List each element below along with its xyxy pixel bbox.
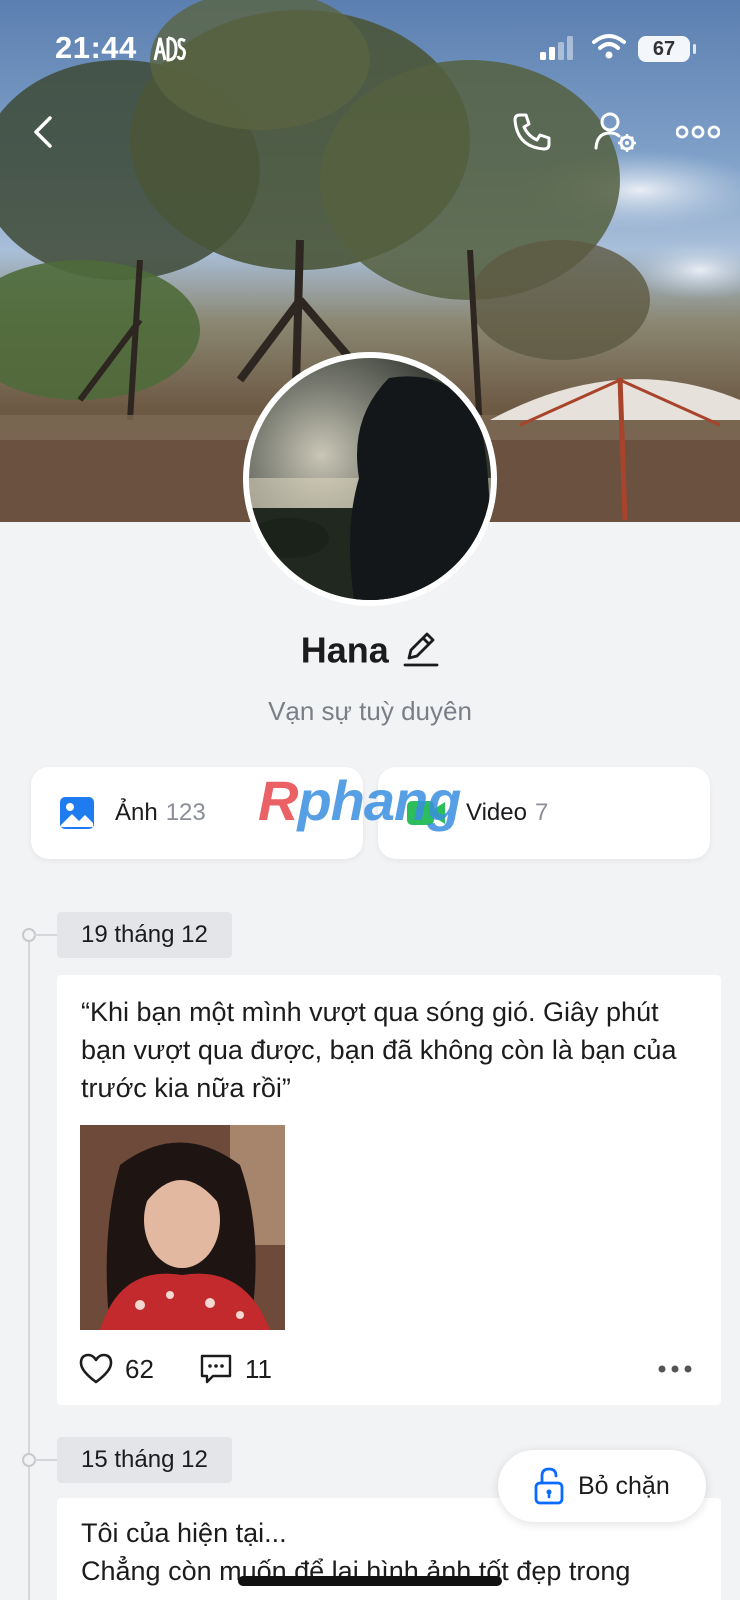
profile-settings-button[interactable] bbox=[592, 108, 640, 156]
status-bar: 21:44 67 bbox=[0, 0, 740, 100]
avatar[interactable] bbox=[243, 352, 497, 606]
battery-indicator: 67 bbox=[638, 36, 696, 62]
date-chip: 19 tháng 12 bbox=[57, 912, 232, 958]
unblock-button[interactable]: Bỏ chặn bbox=[498, 1450, 706, 1522]
heart-icon bbox=[79, 1353, 113, 1384]
more-horizontal-icon bbox=[658, 1365, 692, 1373]
back-button[interactable] bbox=[20, 108, 68, 156]
watermark-logo: Rphang bbox=[258, 768, 461, 833]
comment-icon bbox=[200, 1354, 232, 1384]
user-settings-icon bbox=[594, 112, 636, 152]
edit-name-button[interactable] bbox=[403, 628, 439, 673]
timeline-tick bbox=[34, 934, 58, 936]
profile-bio: Vạn sự tuỳ duyên bbox=[268, 696, 472, 726]
wifi-icon bbox=[592, 34, 626, 59]
chevron-left-icon bbox=[34, 116, 52, 148]
avatar-silhouette bbox=[249, 376, 491, 600]
comment-button[interactable]: 11 bbox=[199, 1353, 272, 1385]
watermark-first: R bbox=[258, 769, 298, 832]
notification-app-icon bbox=[153, 36, 186, 62]
phone-icon bbox=[513, 113, 551, 151]
date-chip: 15 tháng 12 bbox=[57, 1437, 232, 1483]
more-options-button[interactable] bbox=[674, 108, 722, 156]
like-button[interactable]: 62 bbox=[79, 1353, 154, 1385]
videos-label: Video bbox=[466, 799, 527, 826]
comment-count: 11 bbox=[245, 1353, 272, 1384]
image-icon bbox=[60, 797, 94, 829]
timeline-line bbox=[28, 932, 30, 1600]
videos-count: 7 bbox=[534, 799, 549, 826]
more-horizontal-icon bbox=[676, 125, 720, 139]
call-button[interactable] bbox=[508, 108, 556, 156]
post-text: “Khi bạn một mình vượt qua sóng gió. Giâ… bbox=[81, 997, 677, 1103]
profile-name-row: Hana bbox=[0, 628, 740, 673]
watermark-rest: phang bbox=[297, 769, 461, 832]
unblock-label: Bỏ chặn bbox=[578, 1471, 670, 1500]
home-indicator[interactable] bbox=[238, 1576, 502, 1586]
pencil-icon bbox=[403, 632, 439, 667]
timeline-tick bbox=[34, 1459, 58, 1461]
post-photo-portrait bbox=[80, 1125, 285, 1330]
unlock-icon bbox=[534, 1467, 564, 1505]
post-photo[interactable] bbox=[80, 1125, 285, 1330]
like-count: 62 bbox=[125, 1353, 154, 1384]
status-time: 21:44 bbox=[55, 30, 137, 65]
photos-count: 123 bbox=[165, 799, 206, 826]
photos-label: Ảnh bbox=[115, 799, 158, 826]
cellular-signal-icon bbox=[540, 36, 573, 60]
profile-name: Hana bbox=[300, 629, 389, 671]
post-more-button[interactable] bbox=[657, 1361, 693, 1379]
post-card[interactable]: “Khi bạn một mình vượt qua sóng gió. Giâ… bbox=[57, 975, 721, 1405]
